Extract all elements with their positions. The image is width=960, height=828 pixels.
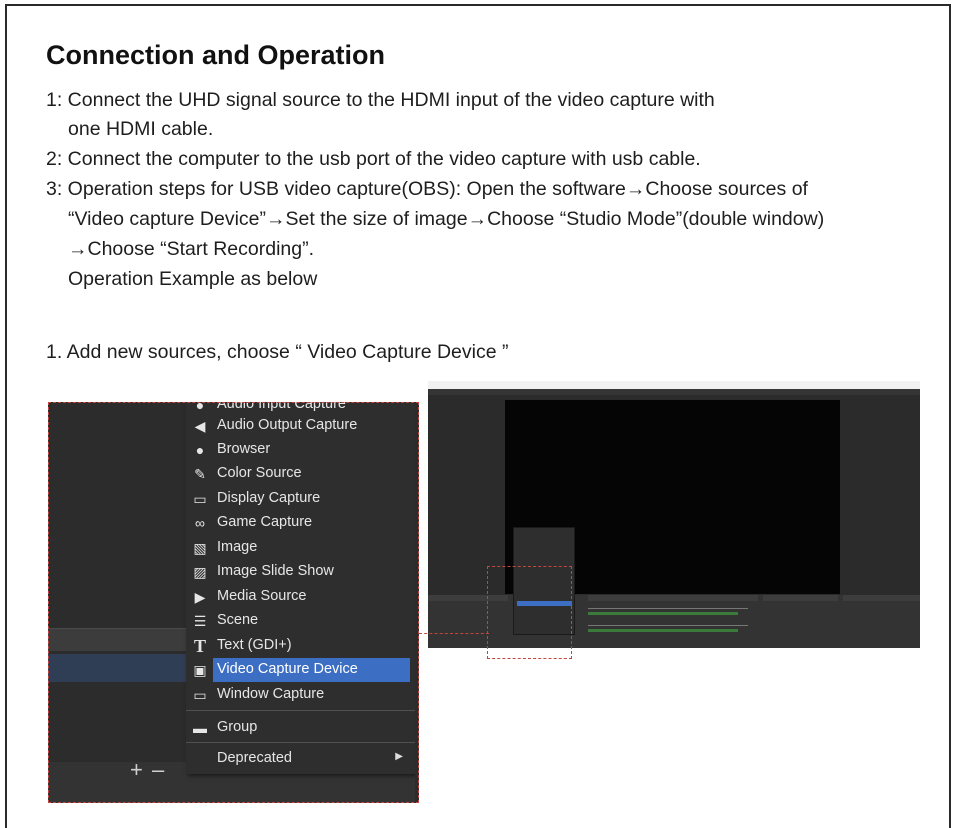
step-1-line-1: 1: Connect the UHD signal source to the … xyxy=(46,89,715,111)
globe-icon: ● xyxy=(195,442,205,458)
step-3-line-1: 3: Operation steps for USB video capture… xyxy=(46,178,808,200)
menu-item-display-capture[interactable]: ▭ Display Capture xyxy=(186,487,415,511)
menu-item-image-slide-show[interactable]: ▨ Image Slide Show xyxy=(186,560,415,584)
monitor-icon: ▭ xyxy=(193,491,207,507)
microphone-icon: ● xyxy=(195,402,205,413)
menu-item-color-source[interactable]: ✎ Color Source xyxy=(186,462,415,486)
callout-connector xyxy=(419,633,489,634)
add-icon[interactable]: + xyxy=(130,757,143,783)
page-title: Connection and Operation xyxy=(46,40,386,70)
highlight-dashed-box xyxy=(487,566,572,659)
remove-icon[interactable]: – xyxy=(152,757,164,783)
zoomed-menu-screenshot: + – ● Audio Input Capture ◀ Audio Output… xyxy=(48,402,419,803)
play-icon: ▶ xyxy=(194,589,206,605)
menu-item-scene[interactable]: ☰ Scene xyxy=(186,609,415,633)
subheading: 1. Add new sources, choose “ Video Captu… xyxy=(46,341,509,363)
obs-titlebar xyxy=(428,381,920,389)
menu-item-group[interactable]: ▬ Group xyxy=(186,716,415,740)
menu-separator xyxy=(186,742,415,743)
slideshow-icon: ▨ xyxy=(193,564,207,580)
example-note: Operation Example as below xyxy=(68,268,318,290)
folder-icon: ▬ xyxy=(193,720,207,736)
menu-item-window-capture[interactable]: ▭ Window Capture xyxy=(186,683,415,707)
text-icon: T xyxy=(193,636,206,656)
menu-separator xyxy=(186,710,415,711)
scene-selected-row xyxy=(48,654,186,682)
gamepad-icon: ∞ xyxy=(195,515,205,531)
menu-item-deprecated[interactable]: Deprecated ▶ xyxy=(186,747,415,771)
menu-item-text-gdi[interactable]: T Text (GDI+) xyxy=(186,634,415,658)
window-icon: ▭ xyxy=(193,687,207,703)
image-icon: ▧ xyxy=(193,540,207,556)
menu-item-audio-output-capture[interactable]: ◀ Audio Output Capture xyxy=(186,414,415,438)
menu-item-image[interactable]: ▧ Image xyxy=(186,536,415,560)
step-2: 2: Connect the computer to the usb port … xyxy=(46,148,701,170)
speaker-icon: ◀ xyxy=(194,418,206,434)
audio-meter xyxy=(588,629,738,632)
camera-icon: ▣ xyxy=(193,662,207,678)
step-1-line-2: one HDMI cable. xyxy=(68,118,214,140)
submenu-arrow-icon: ▶ xyxy=(395,751,403,762)
audio-meter xyxy=(588,612,738,615)
step-3-line-2: “Video capture Device”→Set the size of i… xyxy=(68,208,825,230)
menu-item-media-source[interactable]: ▶ Media Source xyxy=(186,585,415,609)
menu-item-browser[interactable]: ● Browser xyxy=(186,438,415,462)
add-source-menu: ● Audio Input Capture ◀ Audio Output Cap… xyxy=(186,402,416,774)
obs-menubar xyxy=(428,389,920,395)
brush-icon: ✎ xyxy=(194,466,206,482)
menu-item-video-capture-device[interactable]: ▣ Video Capture Device xyxy=(193,658,410,682)
list-icon: ☰ xyxy=(193,613,207,629)
menu-item-game-capture[interactable]: ∞ Game Capture xyxy=(186,511,415,535)
step-3-line-3: →Choose “Start Recording”. xyxy=(68,238,315,260)
